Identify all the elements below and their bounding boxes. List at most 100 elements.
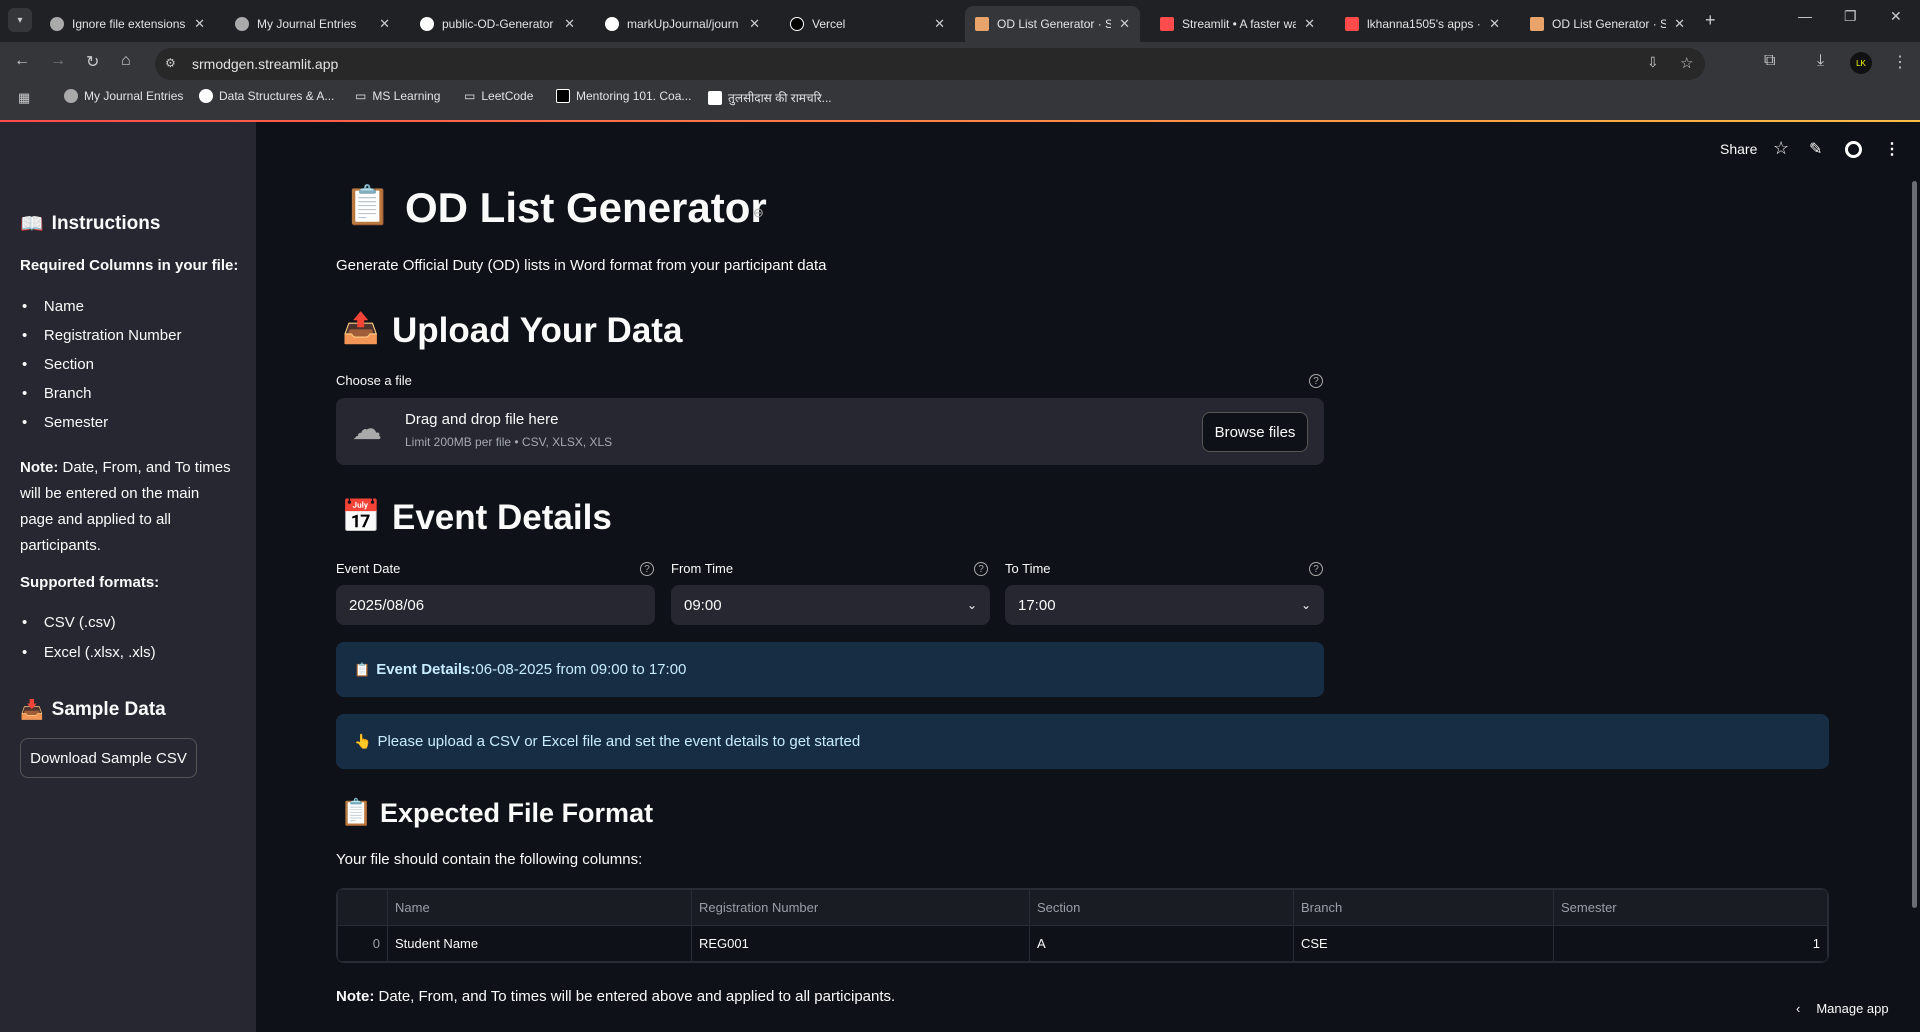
column-header[interactable] — [337, 889, 388, 926]
install-app-icon[interactable]: ⇩ — [1647, 54, 1659, 71]
forward-icon[interactable]: → — [50, 52, 66, 70]
page-title: OD List Generator — [405, 184, 767, 231]
file-dropzone[interactable]: ☁ Drag and drop file here Limit 200MB pe… — [336, 398, 1324, 465]
required-columns-title: Required Columns in your file: — [20, 257, 239, 274]
bookmark-star-icon[interactable]: ☆ — [1680, 54, 1693, 72]
bookmark-folder[interactable]: ▭ LeetCode — [464, 89, 533, 103]
bottom-note: Note: Date, From, and To times will be e… — [336, 988, 896, 1005]
github-icon — [605, 17, 619, 31]
event-date-input[interactable]: 2025/08/06 — [336, 585, 655, 625]
from-time-select[interactable]: 09:00 ⌄ — [671, 585, 990, 625]
row-index: 0 — [337, 925, 388, 962]
pointing-hand-icon: 👆 — [354, 733, 372, 749]
bookmark[interactable]: तुलसीदास की रामचरि... — [708, 89, 832, 106]
limit-text: Limit 200MB per file • CSV, XLSX, XLS — [405, 435, 613, 449]
help-icon[interactable]: ? — [1309, 562, 1323, 576]
bookmark-folder[interactable]: ▭ MS Learning — [355, 89, 440, 103]
close-tab-icon[interactable]: ✕ — [1489, 16, 1500, 32]
browser-menu-icon[interactable]: ⋮ — [1892, 52, 1908, 72]
restore-icon[interactable]: ❐ — [1844, 8, 1857, 25]
extensions-icon[interactable]: ⧉ — [1764, 52, 1775, 70]
folder-icon: ▭ — [355, 89, 367, 103]
star-icon[interactable]: ☆ — [1773, 138, 1789, 159]
table-cell[interactable]: Student Name — [387, 925, 692, 962]
upload-heading: Upload Your Data — [392, 311, 683, 350]
table-row: 0 Student Name REG001 A CSE 1 — [337, 925, 1828, 962]
help-icon[interactable]: ? — [1309, 374, 1323, 388]
expected-format-heading: Expected File Format — [380, 798, 654, 828]
close-window-icon[interactable]: ✕ — [1890, 8, 1902, 25]
column-header[interactable]: Registration Number — [691, 889, 1030, 926]
anchor-link-icon[interactable]: ⊖ — [753, 205, 764, 221]
github-icon[interactable] — [1845, 141, 1862, 158]
column-header[interactable]: Branch — [1293, 889, 1554, 926]
manage-app-button[interactable]: ‹ Manage app — [1796, 1001, 1889, 1016]
minimize-icon[interactable]: — — [1798, 8, 1812, 24]
browser-tab[interactable]: public-OD-Generator ✕ — [410, 6, 585, 42]
open-book-icon: 📖 — [20, 214, 44, 235]
streamlit-icon — [1160, 17, 1174, 31]
to-time-select[interactable]: 17:00 ⌄ — [1005, 585, 1324, 625]
browser-tab[interactable]: markUpJournal/journ ✕ — [595, 6, 770, 42]
address-bar[interactable]: ⚙ srmodgen.streamlit.app ☆ ⇩ — [155, 48, 1705, 80]
table-cell[interactable]: A — [1029, 925, 1294, 962]
help-icon[interactable]: ? — [640, 562, 654, 576]
column-header[interactable]: Name — [387, 889, 692, 926]
table-cell[interactable]: CSE — [1293, 925, 1554, 962]
browser-tab[interactable]: OD List Generator · St ✕ — [1520, 6, 1695, 42]
reload-icon[interactable]: ↻ — [86, 52, 99, 72]
close-tab-icon[interactable]: ✕ — [379, 16, 390, 32]
column-header[interactable]: Section — [1029, 889, 1294, 926]
table-cell[interactable]: 1 — [1553, 925, 1828, 962]
expected-format-table[interactable]: Name Registration Number Section Branch … — [336, 888, 1829, 963]
to-time-label: To Time — [1005, 561, 1051, 576]
url-text[interactable]: srmodgen.streamlit.app — [192, 56, 338, 72]
help-icon[interactable]: ? — [974, 562, 988, 576]
site-info-icon[interactable]: ⚙ — [165, 56, 176, 70]
downloads-icon[interactable]: ⤓ — [1817, 52, 1824, 70]
close-tab-icon[interactable]: ✕ — [194, 16, 205, 32]
share-button[interactable]: Share — [1720, 141, 1757, 157]
apps-grid-icon[interactable]: ▦ — [18, 90, 30, 106]
browser-tab[interactable]: Streamlit • A faster wa ✕ — [1150, 6, 1325, 42]
browser-tab[interactable]: Ignore file extensions ✕ — [40, 6, 215, 42]
table-header-row: Name Registration Number Section Branch … — [337, 889, 1828, 926]
table-cell[interactable]: REG001 — [691, 925, 1030, 962]
event-summary-box: 📋 Event Details: 06-08-2025 from 09:00 to… — [336, 642, 1324, 697]
back-icon[interactable]: ← — [14, 52, 30, 70]
download-sample-csv-button[interactable]: Download Sample CSV — [20, 738, 197, 778]
close-tab-icon[interactable]: ✕ — [934, 16, 945, 32]
list-item: • Branch — [22, 385, 92, 402]
close-tab-icon[interactable]: ✕ — [749, 16, 760, 32]
browser-tab[interactable]: lkhanna1505's apps · ✕ — [1335, 6, 1510, 42]
profile-avatar[interactable]: LK — [1850, 52, 1872, 74]
list-item: • Semester — [22, 414, 109, 431]
browser-tab-active[interactable]: OD List Generator · St ✕ — [965, 6, 1140, 42]
close-tab-icon[interactable]: ✕ — [1304, 16, 1315, 32]
clipboard-icon: 📋 — [340, 797, 373, 827]
file-uploader-label: Choose a file — [336, 373, 412, 388]
tab-search-button[interactable]: ▾ — [8, 8, 32, 32]
edit-pencil-icon[interactable]: ✎ — [1809, 139, 1822, 159]
new-tab-icon[interactable]: + — [1705, 10, 1716, 31]
event-date-label: Event Date — [336, 561, 401, 576]
close-tab-icon[interactable]: ✕ — [564, 16, 575, 32]
streamlit-icon — [1345, 17, 1359, 31]
folder-icon: ▭ — [464, 89, 476, 103]
close-tab-icon[interactable]: ✕ — [1119, 16, 1130, 32]
list-item: • Name — [22, 298, 84, 315]
browse-files-button[interactable]: Browse files — [1202, 412, 1308, 452]
supported-formats-title: Supported formats: — [20, 574, 160, 591]
browser-tab[interactable]: Vercel ✕ — [780, 6, 955, 42]
home-icon[interactable]: ⌂ — [121, 52, 131, 70]
close-tab-icon[interactable]: ✕ — [1674, 16, 1685, 32]
bookmark[interactable]: Mentoring 101. Coa... — [556, 89, 691, 103]
bookmark[interactable]: My Journal Entries — [64, 89, 183, 103]
bookmark[interactable]: Data Structures & A... — [199, 89, 334, 103]
sample-data-heading: 📥 Sample Data — [20, 699, 166, 721]
column-header[interactable]: Semester — [1553, 889, 1828, 926]
required-columns-list: • Name • Registration Number • Section •… — [22, 298, 181, 443]
more-options-icon[interactable]: ⋮ — [1884, 139, 1900, 159]
browser-tab[interactable]: My Journal Entries ✕ — [225, 6, 400, 42]
scrollbar[interactable] — [1912, 181, 1917, 908]
